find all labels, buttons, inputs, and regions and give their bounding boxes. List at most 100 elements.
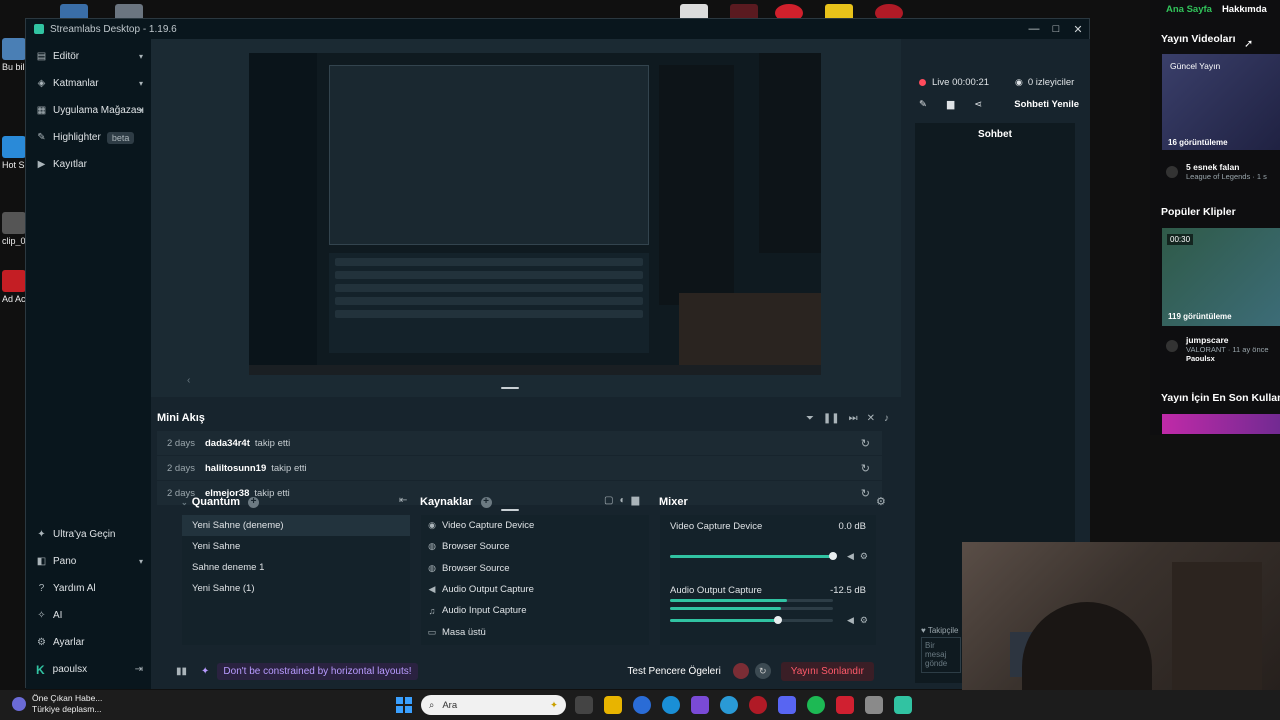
replay-alert-icon[interactable]: ↻	[861, 462, 870, 475]
stream-preview[interactable]	[249, 53, 821, 375]
source-label: Browser Source	[442, 541, 510, 553]
telegram-icon[interactable]	[720, 696, 738, 714]
source-item[interactable]: ◍ Browser Source	[421, 558, 649, 579]
skip-icon[interactable]: ⏭	[849, 413, 858, 424]
edit-icon[interactable]: ✎	[919, 99, 927, 110]
group-icon[interactable]: ▢	[604, 495, 613, 506]
stats-icon[interactable]: ▮▮	[176, 666, 187, 677]
chevron-down-icon: ▾	[138, 79, 143, 88]
source-item[interactable]: ◍ Browser Source	[421, 536, 649, 557]
collapse-left-icon[interactable]: ‹	[187, 375, 190, 386]
source-item[interactable]: ◉ Video Capture Device	[421, 515, 649, 536]
tip-banner[interactable]: Don't be constrained by horizontal layou…	[217, 662, 418, 680]
top-app-strip	[40, 0, 1090, 22]
user-profile[interactable]: K paoulsx ⇥	[26, 656, 151, 683]
opera-icon[interactable]	[749, 696, 767, 714]
audio-meter-fill	[670, 607, 781, 610]
add-scene-icon[interactable]: +	[247, 496, 259, 508]
tab-about[interactable]: Hakkımda	[1222, 4, 1267, 15]
volume-slider[interactable]	[670, 616, 833, 624]
scene-item[interactable]: Yeni Sahne (deneme)	[182, 515, 410, 536]
scene-collection-title[interactable]: Quantum	[192, 496, 240, 508]
sidebar-item-editor[interactable]: ▤ Editör ▾	[26, 43, 151, 70]
volume-knob[interactable]	[829, 552, 837, 560]
mixer-settings-icon[interactable]: ⚙	[876, 495, 886, 508]
discord-icon[interactable]	[778, 696, 796, 714]
clip-title[interactable]: jumpscare	[1186, 335, 1269, 345]
volume-icon[interactable]: ♪	[884, 413, 889, 424]
record-button[interactable]	[732, 663, 749, 679]
sidebar-item-ai[interactable]: ✧ AI	[26, 602, 151, 629]
gear-icon[interactable]: ⚙	[860, 551, 868, 562]
gear-icon[interactable]: ⚙	[860, 615, 868, 626]
chevron-down-icon: ▾	[138, 106, 143, 115]
sidebar-item-recordings[interactable]: ▶ Kayıtlar	[26, 151, 151, 178]
live-status: Live 00:00:21	[919, 77, 989, 88]
task-view-icon[interactable]	[575, 696, 593, 714]
tab-home[interactable]: Ana Sayfa	[1166, 4, 1212, 15]
test-widgets-button[interactable]: Test Pencere Ögeleri	[627, 666, 720, 677]
refresh-chat-button[interactable]: Sohbeti Yenile	[1014, 99, 1079, 110]
copilot-app-icon[interactable]	[691, 696, 709, 714]
sidebar-item-help[interactable]: ? Yardım Al	[26, 575, 151, 602]
video-thumbnail[interactable]: Güncel Yayın 16 görüntüleme	[1162, 54, 1280, 150]
maximize-button[interactable]: □	[1045, 23, 1067, 36]
popout-icon[interactable]: ▆	[947, 99, 954, 110]
replay-buffer-button[interactable]: ↻	[754, 663, 771, 679]
speaker-icon[interactable]: ◀	[847, 551, 854, 562]
close-button[interactable]: ✕	[1067, 23, 1089, 36]
sidebar-item-layers[interactable]: ◈ Katmanlar ▾	[26, 70, 151, 97]
preview-nested-preview	[329, 65, 649, 245]
channel-name: Audio Output Capture	[670, 585, 762, 596]
scene-item[interactable]: Sahne deneme 1	[182, 557, 410, 578]
monitor-icon: ▭	[427, 626, 437, 637]
share-icon[interactable]: ⋖	[974, 99, 982, 110]
taskbar-search[interactable]: ⌕ Ara ✦	[421, 695, 566, 715]
chrome-icon[interactable]	[633, 696, 651, 714]
source-item[interactable]: ▭ Masa üstü	[421, 621, 649, 642]
streamlabs-taskbar-icon[interactable]	[894, 696, 912, 714]
replay-alert-icon[interactable]: ↻	[861, 487, 870, 500]
replay-alert-icon[interactable]: ↻	[861, 437, 870, 450]
sidebar-item-app-store[interactable]: ▦ Uygulama Mağazası ▾	[26, 97, 151, 124]
filter-icon[interactable]: ⏷	[806, 413, 814, 424]
windows-start-icon[interactable]	[396, 697, 412, 713]
spotify-icon[interactable]	[807, 696, 825, 714]
minimize-button[interactable]: —	[1023, 23, 1045, 36]
scene-item[interactable]: Yeni Sahne	[182, 536, 410, 557]
volume-knob[interactable]	[773, 616, 782, 624]
last-used-thumbnail[interactable]	[1162, 414, 1280, 434]
settings-icon: ⚙	[37, 637, 46, 648]
collapse-panel-icon[interactable]: ⇤	[399, 495, 407, 506]
pause-icon[interactable]: ❚❚	[823, 413, 840, 424]
add-source-icon[interactable]: +	[480, 496, 492, 508]
feed-action: takip etti	[254, 487, 290, 499]
collapse-icon[interactable]: ⌄	[181, 498, 188, 507]
sources-list: ◉ Video Capture Device ◍ Browser Source …	[421, 515, 649, 645]
resize-handle[interactable]	[501, 387, 519, 389]
folder-icon[interactable]: ▆	[632, 495, 640, 506]
clip-thumbnail[interactable]: 00:30 119 görüntüleme	[1162, 228, 1280, 326]
app-icon[interactable]	[865, 696, 883, 714]
hide-icon[interactable]: ◐	[619, 495, 625, 506]
end-stream-button[interactable]: Yayını Sonlandır	[780, 661, 874, 681]
speaker-icon[interactable]: ◀	[847, 615, 854, 626]
resize-handle[interactable]	[501, 509, 519, 511]
sidebar-item-dashboard[interactable]: ◧ Pano ▾	[26, 548, 151, 575]
sidebar-item-settings[interactable]: ⚙ Ayarlar	[26, 629, 151, 656]
sidebar-item-ultra[interactable]: ✦ Ultra'ya Geçin	[26, 521, 151, 548]
speaker-icon: ◀	[428, 584, 436, 595]
edge-icon[interactable]	[662, 696, 680, 714]
volume-slider[interactable]	[670, 552, 837, 560]
news-widget[interactable]: Öne Çıkan Habe... Türkiye deplasm...	[12, 693, 102, 715]
source-item[interactable]: ◀ Audio Output Capture	[421, 579, 649, 600]
chat-input[interactable]: Bir mesaj gönde	[921, 637, 961, 673]
scene-item[interactable]: Yeni Sahne (1)	[182, 578, 410, 599]
app-icon[interactable]	[836, 696, 854, 714]
video-title[interactable]: 5 esnek falan	[1186, 162, 1267, 172]
sidebar-item-highlighter[interactable]: ✎ Highlighter beta	[26, 124, 151, 151]
mute-alerts-icon[interactable]: ✕	[867, 413, 875, 424]
explorer-icon[interactable]	[604, 696, 622, 714]
source-item[interactable]: ♫ Audio Input Capture	[421, 600, 649, 621]
logout-icon[interactable]: ⇥	[135, 664, 143, 675]
